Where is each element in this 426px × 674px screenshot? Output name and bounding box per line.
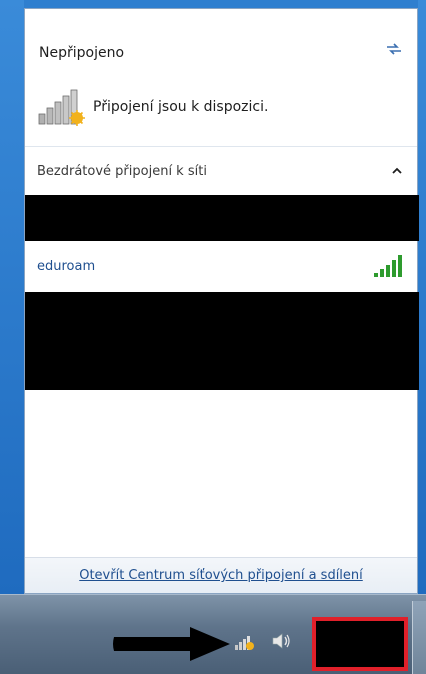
network-unavailable-icon — [38, 89, 85, 126]
desktop-background-left — [0, 0, 24, 594]
network-tray-icon[interactable] — [234, 633, 256, 651]
redacted-network-row — [25, 195, 419, 241]
connection-status-title: Nepřipojeno — [39, 45, 125, 61]
network-flyout: Nepřipojeno Připojení jsou k dispozici. … — [24, 8, 419, 594]
desktop-background-right — [418, 0, 426, 594]
flyout-header: Nepřipojeno Připojení jsou k dispozici. — [25, 9, 417, 147]
arrow-annotation — [113, 627, 230, 661]
taskbar — [0, 594, 426, 674]
connection-status-text: Připojení jsou k dispozici. — [93, 99, 269, 115]
refresh-icon[interactable] — [385, 41, 403, 57]
redacted-clock[interactable] — [312, 617, 408, 671]
chevron-up-icon[interactable] — [391, 166, 403, 176]
flyout-footer: Otevřít Centrum síťových připojení a sdí… — [25, 557, 417, 593]
wireless-section-header[interactable]: Bezdrátové připojení k síti — [25, 149, 417, 193]
open-network-center-link[interactable]: Otevřít Centrum síťových připojení a sdí… — [79, 568, 363, 583]
wireless-section-title: Bezdrátové připojení k síti — [37, 163, 207, 179]
signal-bars-icon — [374, 255, 402, 277]
volume-icon[interactable] — [270, 631, 292, 651]
redacted-network-list — [25, 292, 419, 390]
network-name: eduroam — [37, 258, 96, 274]
show-desktop-button[interactable] — [412, 601, 426, 674]
network-item-eduroam[interactable]: eduroam — [25, 245, 417, 287]
connection-status-row: Připojení jsou k dispozici. — [37, 87, 268, 127]
